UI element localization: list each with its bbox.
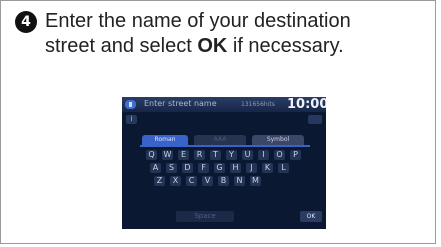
- screen-title: Enter street name: [144, 99, 217, 108]
- key-f[interactable]: F: [198, 163, 209, 173]
- key-n[interactable]: N: [234, 176, 245, 186]
- step-number-badge: 4: [15, 11, 37, 33]
- navigation-screen: Enter street name 131656hits 10:00 i Rom…: [122, 97, 326, 229]
- key-b[interactable]: B: [218, 176, 229, 186]
- step-text-ok: OK: [197, 35, 228, 57]
- step-text-line1: Enter the name of your destination: [45, 10, 351, 32]
- key-h[interactable]: H: [230, 163, 241, 173]
- key-z[interactable]: Z: [154, 176, 165, 186]
- step-text-line2: street and select OK if necessary.: [15, 34, 425, 59]
- key-l[interactable]: L: [278, 163, 289, 173]
- key-y[interactable]: Y: [226, 150, 237, 160]
- key-m[interactable]: M: [250, 176, 261, 186]
- key-w[interactable]: W: [162, 150, 173, 160]
- key-g[interactable]: G: [214, 163, 225, 173]
- tab-aaa[interactable]: AAA: [194, 135, 246, 145]
- key-r[interactable]: R: [194, 150, 205, 160]
- hit-count: 131656hits: [241, 101, 275, 108]
- ok-button[interactable]: OK: [300, 211, 322, 222]
- key-o[interactable]: O: [274, 150, 285, 160]
- key-k[interactable]: K: [262, 163, 273, 173]
- tab-symbol[interactable]: Symbol: [252, 135, 304, 145]
- space-key[interactable]: Space: [176, 211, 234, 222]
- step-text-line2-start: street and select: [45, 35, 198, 57]
- navigation-icon: [125, 100, 136, 109]
- key-u[interactable]: U: [242, 150, 253, 160]
- key-t[interactable]: T: [210, 150, 221, 160]
- key-v[interactable]: V: [202, 176, 213, 186]
- back-button[interactable]: [308, 115, 322, 124]
- key-s[interactable]: S: [166, 163, 177, 173]
- step-text-line2-end: if necessary.: [227, 35, 344, 57]
- info-button[interactable]: i: [126, 115, 137, 124]
- key-d[interactable]: D: [182, 163, 193, 173]
- key-c[interactable]: C: [186, 176, 197, 186]
- tab-roman[interactable]: Roman: [142, 135, 188, 145]
- step-instruction: 4 Enter the name of your destination stre…: [15, 9, 425, 59]
- key-p[interactable]: P: [290, 150, 301, 160]
- key-j[interactable]: J: [246, 163, 257, 173]
- screen-header: Enter street name 131656hits 10:00: [122, 97, 326, 112]
- key-i[interactable]: I: [258, 150, 269, 160]
- key-a[interactable]: A: [150, 163, 161, 173]
- instruction-panel: 4 Enter the name of your destination stre…: [0, 0, 436, 244]
- tab-underline: [140, 145, 310, 147]
- key-q[interactable]: Q: [146, 150, 157, 160]
- clock: 10:00: [287, 97, 326, 112]
- key-e[interactable]: E: [178, 150, 189, 160]
- key-x[interactable]: X: [170, 176, 181, 186]
